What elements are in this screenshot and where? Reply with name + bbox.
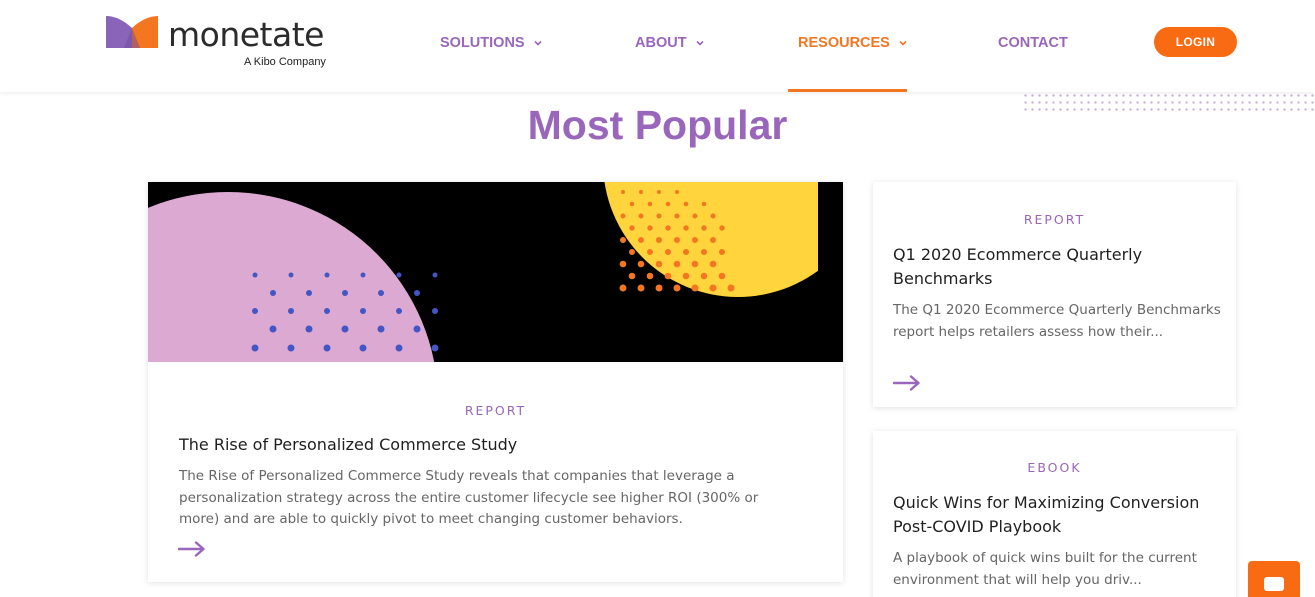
logo-wordmark: monetate (168, 15, 324, 54)
card-type-label: EBOOK (1027, 460, 1082, 475)
resource-card-featured[interactable]: REPORT The Rise of Personalized Commerce… (148, 182, 843, 582)
card-title[interactable]: Q1 2020 Ecommerce Quarterly Benchmarks (893, 243, 1193, 291)
card-type-label: REPORT (1023, 212, 1086, 227)
card-description: The Q1 2020 Ecommerce Quarterly Benchmar… (893, 302, 1221, 340)
nav-contact[interactable]: CONTACT (998, 33, 1068, 53)
arrow-right-icon[interactable] (178, 541, 206, 557)
card-title[interactable]: The Rise of Personalized Commerce Study (179, 433, 819, 457)
nav-solutions[interactable]: SOLUTIONS (440, 33, 543, 53)
nav-contact-label: CONTACT (998, 35, 1068, 51)
chevron-down-icon (695, 40, 704, 46)
dot-pattern-decoration (1022, 92, 1315, 112)
chevron-down-icon (899, 40, 907, 46)
card-description: A playbook of quick wins built for the c… (893, 550, 1197, 588)
nav-active-underline (788, 89, 907, 92)
arrow-right-icon[interactable] (893, 375, 921, 391)
login-button[interactable]: LOGIN (1154, 27, 1237, 57)
card-title[interactable]: Quick Wins for Maximizing Conversion Pos… (893, 491, 1223, 539)
site-header: monetate A Kibo Company SOLUTIONS ABOUT … (0, 0, 1315, 92)
card-type-label: REPORT (464, 403, 527, 418)
resource-card[interactable]: EBOOK Quick Wins for Maximizing Conversi… (873, 431, 1236, 597)
logo-mark-icon (106, 16, 158, 48)
resource-card[interactable]: REPORT Q1 2020 Ecommerce Quarterly Bench… (873, 182, 1236, 407)
chevron-down-icon (534, 40, 542, 46)
card-description: The Rise of Personalized Commerce Study … (179, 468, 759, 527)
nav-resources[interactable]: RESOURCES (798, 33, 908, 53)
chat-button[interactable] (1248, 561, 1300, 597)
card-abstract-image (148, 182, 843, 362)
nav-about[interactable]: ABOUT (635, 33, 705, 53)
monetate-logo[interactable]: monetate A Kibo Company (106, 16, 346, 72)
logo-tagline: A Kibo Company (244, 56, 326, 68)
nav-about-label: ABOUT (635, 35, 687, 51)
chat-icon (1264, 577, 1284, 591)
nav-resources-label: RESOURCES (798, 35, 890, 51)
nav-solutions-label: SOLUTIONS (440, 35, 525, 51)
